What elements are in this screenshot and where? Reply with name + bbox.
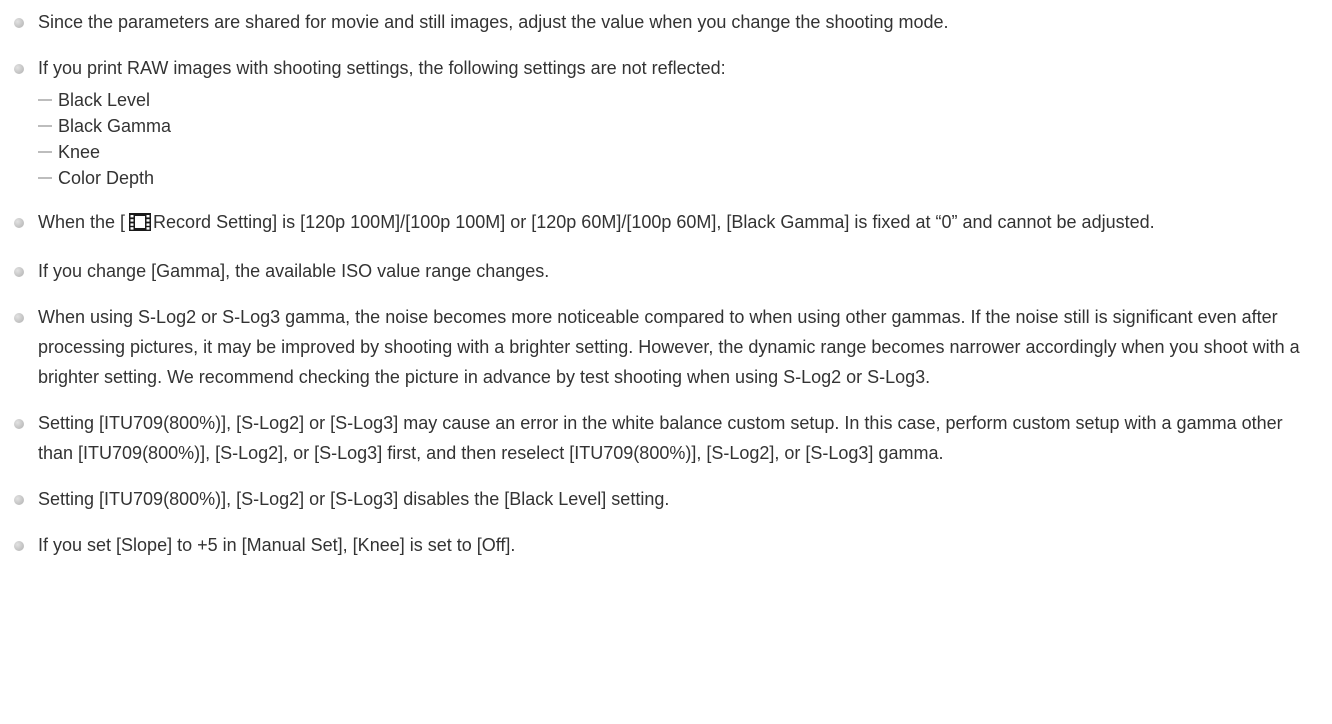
- note-item: Setting [ITU709(800%)], [S-Log2] or [S-L…: [0, 484, 1332, 514]
- note-text-suffix: Record Setting] is [120p 100M]/[100p 100…: [153, 212, 1155, 232]
- sub-item-text: Black Level: [58, 90, 151, 110]
- sub-list-item: Knee: [38, 139, 1322, 165]
- note-text: Setting [ITU709(800%)], [S-Log2] or [S-L…: [38, 489, 670, 509]
- bullet-icon: [14, 64, 24, 74]
- note-item: If you print RAW images with shooting se…: [0, 53, 1332, 191]
- sub-item-text: Knee: [58, 142, 101, 162]
- note-item: Setting [ITU709(800%)], [S-Log2] or [S-L…: [0, 408, 1332, 468]
- dash-icon: [38, 125, 52, 127]
- bullet-icon: [14, 218, 24, 228]
- bullet-icon: [14, 541, 24, 551]
- dash-icon: [38, 151, 52, 153]
- note-item: If you change [Gamma], the available ISO…: [0, 256, 1332, 286]
- note-text: Since the parameters are shared for movi…: [38, 12, 949, 32]
- sub-list-item: Black Gamma: [38, 113, 1322, 139]
- sub-list-item: Black Level: [38, 87, 1322, 113]
- note-text: If you print RAW images with shooting se…: [38, 58, 726, 78]
- bullet-icon: [14, 267, 24, 277]
- film-icon: [129, 210, 152, 240]
- bullet-icon: [14, 313, 24, 323]
- note-item: If you set [Slope] to +5 in [Manual Set]…: [0, 530, 1332, 560]
- dash-icon: [38, 99, 52, 101]
- bullet-icon: [14, 18, 24, 28]
- note-item: When the [ Record Setting] is [120p 100M]…: [0, 207, 1332, 240]
- bullet-icon: [14, 419, 24, 429]
- note-text: When using S-Log2 or S-Log3 gamma, the n…: [38, 307, 1300, 387]
- note-item: Since the parameters are shared for movi…: [0, 7, 1332, 37]
- note-text: If you set [Slope] to +5 in [Manual Set]…: [38, 535, 516, 555]
- dash-icon: [38, 177, 52, 179]
- note-text: Setting [ITU709(800%)], [S-Log2] or [S-L…: [38, 413, 1283, 463]
- note-text: If you change [Gamma], the available ISO…: [38, 261, 550, 281]
- sub-list-item: Color Depth: [38, 165, 1322, 191]
- sub-item-text: Color Depth: [58, 168, 155, 188]
- bullet-icon: [14, 495, 24, 505]
- notes-list: Since the parameters are shared for movi…: [0, 0, 1332, 560]
- unreflected-settings-list: Black Level Black Gamma Knee Color Depth: [38, 87, 1322, 191]
- sub-item-text: Black Gamma: [58, 116, 172, 136]
- note-item: When using S-Log2 or S-Log3 gamma, the n…: [0, 302, 1332, 392]
- note-text-prefix: When the [: [38, 212, 126, 232]
